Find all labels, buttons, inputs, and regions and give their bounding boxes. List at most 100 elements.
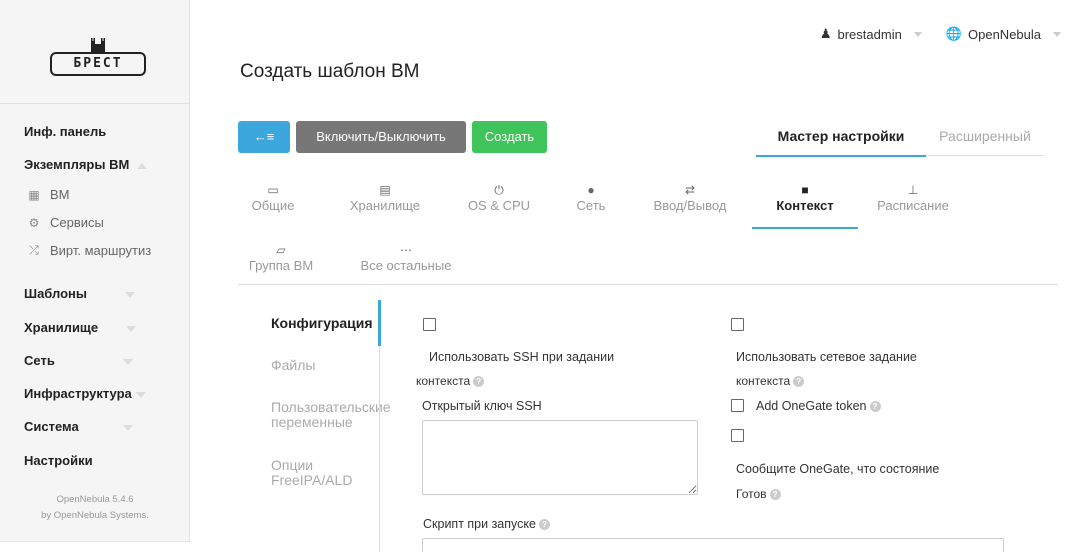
tab-label: Контекст: [776, 198, 834, 213]
caret-down-icon: [124, 291, 135, 298]
network-context-label-2: контекста?: [736, 369, 805, 393]
help-icon[interactable]: ?: [538, 519, 550, 531]
user-menu[interactable]: ♟ brestadmin: [820, 26, 922, 42]
globe-icon: 🌐: [945, 26, 962, 41]
tab-network[interactable]: ● Сеть: [570, 182, 612, 213]
tab-general[interactable]: ▭ Общие: [244, 182, 302, 213]
toggle-button[interactable]: Включить/Выключить: [296, 121, 466, 153]
sidebar-item-settings[interactable]: Настройки: [24, 453, 93, 468]
help-icon[interactable]: ?: [793, 376, 805, 388]
back-to-list-button[interactable]: ←≡: [238, 121, 290, 153]
brest-logo[interactable]: БРЕСТ: [50, 38, 146, 78]
storage-icon: ▤: [379, 183, 391, 197]
sidebar-item-services[interactable]: ⚙ Сервисы: [24, 215, 104, 230]
ssh-context-checkbox[interactable]: [423, 318, 436, 331]
sidebar-item-templates[interactable]: Шаблоны: [24, 286, 135, 301]
tab-label: Группа ВМ: [248, 258, 314, 273]
chevron-down-icon: [913, 31, 922, 37]
ssh-context-label-2: контекста?: [416, 369, 485, 393]
tab-label: Ввод/Вывод: [653, 198, 727, 213]
globe-icon: ●: [587, 183, 595, 197]
tab-input-output[interactable]: ⇄ Ввод/Вывод: [644, 182, 736, 213]
subtab-configuration[interactable]: Конфигурация: [271, 316, 373, 331]
sidebar-item-label: Сеть: [24, 353, 55, 368]
active-tab-indicator: [752, 227, 858, 229]
user-icon: ♟: [819, 26, 832, 41]
sidebar-item-storage[interactable]: Хранилище: [24, 320, 137, 335]
sidebar-item-label: Система: [24, 419, 79, 434]
sidebar-item-vm-instances[interactable]: Экземпляры ВМ: [24, 157, 148, 172]
help-icon[interactable]: ?: [869, 401, 881, 413]
shuffle-icon: ⤮: [29, 243, 39, 257]
sidebar-item-label: Инфраструктура: [24, 386, 132, 401]
ssh-context-label-text: контекста: [416, 374, 471, 388]
sidebar-item-system[interactable]: Система: [24, 419, 133, 434]
exchange-icon: ⇄: [684, 183, 696, 197]
zone-name: OpenNebula: [968, 26, 1041, 42]
sitemap-icon: ⊥: [907, 183, 919, 197]
page-title: Создать шаблон ВМ: [240, 61, 420, 82]
tab-advanced[interactable]: Расширенный: [926, 128, 1044, 156]
report-ready-checkbox[interactable]: [731, 429, 744, 442]
sidebar-item-label: Вирт. маршрутиз: [50, 243, 152, 258]
username: brestadmin: [837, 26, 902, 42]
caret-down-icon: [122, 358, 133, 365]
tab-label: Расписание: [877, 198, 949, 213]
help-icon[interactable]: ?: [473, 376, 485, 388]
sidebar-item-label: Экземпляры ВМ: [24, 157, 130, 172]
network-context-checkbox[interactable]: [731, 318, 744, 331]
tab-wizard[interactable]: Мастер настройки: [756, 128, 926, 157]
tab-storage[interactable]: ▤ Хранилище: [340, 182, 430, 213]
tab-other[interactable]: ⋯ Все остальные: [340, 242, 472, 273]
ssh-context-label: Использовать SSH при задании: [429, 350, 615, 364]
sidebar-item-label: ВМ: [50, 187, 70, 202]
tab-label: Хранилище: [349, 198, 421, 213]
network-context-label: Использовать сетевое задание: [736, 350, 917, 364]
sidebar-item-virtual-routers[interactable]: ⤮ Вирт. маршрутиз: [24, 243, 151, 258]
folder-icon: ■: [801, 183, 809, 197]
laptop-icon: ▭: [267, 183, 279, 197]
onegate-token-label: Add OneGate token?: [756, 394, 881, 418]
report-ready-label: Сообщите OneGate, что состояние: [736, 462, 940, 476]
caret-down-icon: [122, 424, 133, 431]
tab-scheduling[interactable]: ⊥ Расписание: [865, 182, 961, 213]
onegate-token-checkbox[interactable]: [731, 399, 744, 412]
active-subtab-indicator: [378, 300, 381, 346]
sidebar-item-label: Сервисы: [50, 215, 104, 230]
zone-menu[interactable]: 🌐 OpenNebula: [946, 26, 1061, 42]
ssh-key-textarea[interactable]: [422, 420, 698, 495]
ellipsis-icon: ⋯: [400, 243, 412, 257]
sidebar-item-network[interactable]: Сеть: [24, 353, 133, 368]
footer-by[interactable]: by OpenNebula Systems.: [0, 510, 190, 521]
subtab-files[interactable]: Файлы: [271, 358, 315, 373]
tab-vm-group[interactable]: ▱ Группа ВМ: [240, 242, 322, 273]
grid-icon: ▦: [28, 187, 40, 202]
divider: [0, 103, 190, 104]
report-ready-label-2: Готов?: [736, 482, 781, 506]
logo-text: БРЕСТ: [50, 52, 146, 76]
start-script-input[interactable]: [422, 538, 1004, 552]
footer-version: OpenNebula 5.4.6: [56, 494, 134, 505]
help-icon[interactable]: ?: [769, 489, 781, 501]
start-script-label: Скрипт при запуске?: [423, 512, 550, 536]
caret-up-icon: [137, 162, 148, 169]
sidebar-item-infrastructure[interactable]: Инфраструктура: [24, 386, 146, 401]
sidebar-item-dashboard[interactable]: Инф. панель: [24, 124, 106, 139]
tab-os-cpu[interactable]: ⏻ OS & CPU: [463, 182, 535, 213]
tab-label: Общие: [251, 198, 295, 213]
chevron-down-icon: [1053, 31, 1061, 37]
services-icon: ⚙: [28, 215, 40, 230]
power-icon: ⏻: [494, 183, 504, 197]
create-button[interactable]: Создать: [472, 121, 547, 153]
sidebar: БРЕСТ Инф. панель Экземпляры ВМ ▦ ВМ ⚙ С…: [0, 0, 190, 542]
report-ready-label-text: Готов: [736, 487, 767, 501]
subtab-freeipa-ald[interactable]: Опции FreeIPA/ALD: [271, 458, 381, 488]
sidebar-item-vms[interactable]: ▦ ВМ: [24, 187, 70, 202]
subtab-user-variables[interactable]: Пользовательские переменные: [271, 400, 401, 430]
tab-label: OS & CPU: [467, 198, 531, 213]
caret-down-icon: [126, 325, 137, 332]
tab-context[interactable]: ■ Контекст: [760, 182, 850, 213]
sidebar-item-label: Хранилище: [24, 320, 99, 335]
divider: [238, 284, 1058, 285]
sidebar-item-label: Шаблоны: [24, 286, 87, 301]
